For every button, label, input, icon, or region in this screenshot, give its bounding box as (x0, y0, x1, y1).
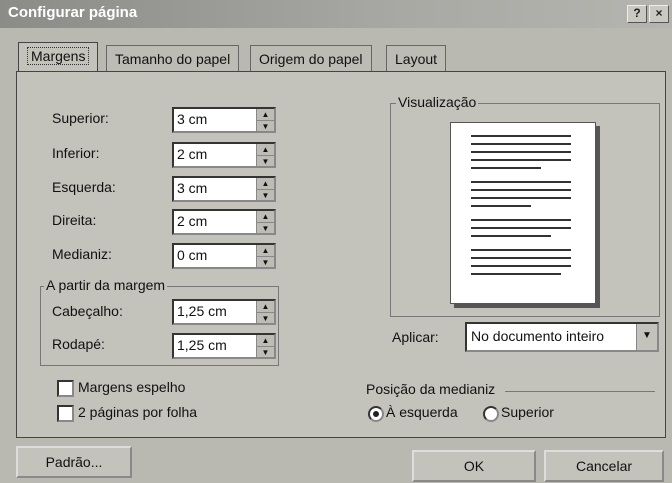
two-pages-label: 2 páginas por folha (78, 404, 198, 420)
close-button[interactable]: × (649, 5, 669, 23)
tab-layout[interactable]: Layout (386, 45, 447, 72)
up-arrow-icon[interactable]: ▲ (257, 178, 274, 190)
bottom-margin-label: Inferior: (52, 145, 100, 161)
tab-tamanho-do-papel[interactable]: Tamanho do papel (106, 45, 240, 72)
footer-value: 1,25 cm (177, 337, 227, 353)
down-arrow-icon[interactable]: ▼ (257, 190, 274, 201)
tab-label: Origem do papel (259, 51, 363, 67)
up-arrow-icon[interactable]: ▲ (257, 109, 274, 121)
apply-label: Aplicar: (392, 329, 439, 345)
down-arrow-icon[interactable]: ▼ (257, 347, 274, 358)
tab-label: Margens (27, 47, 90, 65)
dialog-title: Configurar página (8, 4, 138, 21)
cancel-button[interactable]: Cancelar (544, 450, 664, 482)
top-margin-label: Superior: (52, 110, 109, 126)
help-button[interactable]: ? (627, 5, 647, 23)
page-preview (450, 122, 596, 304)
up-arrow-icon[interactable]: ▲ (257, 301, 274, 313)
header-spinner[interactable]: 1,25 cm ▲ ▼ (172, 299, 276, 325)
gutter-left-radio[interactable] (368, 406, 384, 422)
left-margin-spinner[interactable]: 3 cm ▲ ▼ (172, 176, 276, 202)
gutter-top-radio[interactable] (483, 406, 499, 422)
up-arrow-icon[interactable]: ▲ (257, 211, 274, 223)
top-margin-spinner[interactable]: 3 cm ▲ ▼ (172, 107, 276, 133)
down-arrow-icon[interactable]: ▼ (257, 121, 274, 132)
top-margin-value: 3 cm (177, 111, 208, 127)
right-margin-label: Direita: (52, 212, 97, 228)
tab-margens[interactable]: Margens (18, 42, 99, 73)
title-bar: Configurar página ? × (0, 0, 672, 28)
tab-label: Tamanho do papel (115, 51, 231, 67)
preview-group-title: Visualização (396, 94, 479, 110)
footer-label: Rodapé: (52, 336, 105, 352)
up-arrow-icon[interactable]: ▲ (257, 335, 274, 347)
header-label: Cabeçalho: (52, 303, 123, 319)
left-margin-value: 3 cm (177, 180, 208, 196)
down-arrow-icon[interactable]: ▼ (257, 223, 274, 234)
apply-select[interactable]: No documento inteiro ▼ (465, 322, 659, 352)
up-arrow-icon[interactable]: ▲ (257, 245, 274, 257)
gutter-left-label: À esquerda (386, 404, 458, 420)
right-margin-spinner[interactable]: 2 cm ▲ ▼ (172, 209, 276, 235)
ok-button[interactable]: OK (412, 450, 536, 482)
header-value: 1,25 cm (177, 303, 227, 319)
down-arrow-icon[interactable]: ▼ (257, 313, 274, 324)
gutter-spinner[interactable]: 0 cm ▲ ▼ (172, 243, 276, 269)
chevron-down-icon[interactable]: ▼ (636, 324, 657, 350)
up-arrow-icon[interactable]: ▲ (257, 144, 274, 156)
footer-spinner[interactable]: 1,25 cm ▲ ▼ (172, 333, 276, 359)
tab-origem-do-papel[interactable]: Origem do papel (250, 45, 372, 72)
tab-label: Layout (395, 51, 438, 67)
gutter-position-title: Posição da medianiz (366, 381, 496, 397)
left-margin-label: Esquerda: (52, 179, 116, 195)
gutter-top-label: Superior (501, 404, 554, 420)
down-arrow-icon[interactable]: ▼ (257, 156, 274, 167)
right-margin-value: 2 cm (177, 213, 208, 229)
from-margin-group-title: A partir da margem (44, 277, 168, 293)
gutter-value: 0 cm (177, 247, 208, 263)
mirror-margins-checkbox[interactable] (57, 380, 74, 397)
bottom-margin-value: 2 cm (177, 146, 208, 162)
bottom-margin-spinner[interactable]: 2 cm ▲ ▼ (172, 142, 276, 168)
gutter-position-divider (505, 391, 655, 392)
two-pages-checkbox[interactable] (57, 405, 74, 422)
down-arrow-icon[interactable]: ▼ (257, 257, 274, 268)
mirror-margins-label: Margens espelho (78, 379, 186, 395)
default-button[interactable]: Padrão... (16, 446, 132, 478)
apply-value: No documento inteiro (471, 328, 605, 344)
gutter-label: Medianiz: (52, 246, 112, 262)
